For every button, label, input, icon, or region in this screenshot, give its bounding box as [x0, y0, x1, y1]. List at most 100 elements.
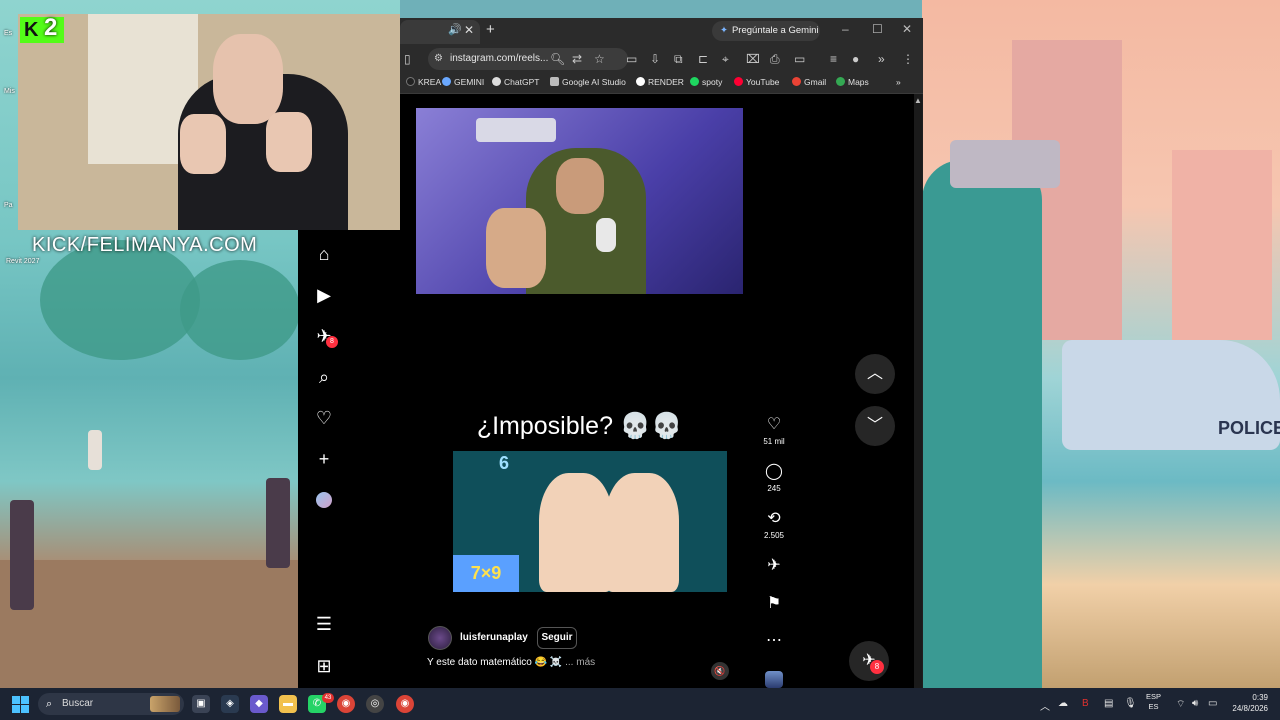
- zoom-icon[interactable]: 🔍︎: [550, 52, 565, 66]
- microphone-icon[interactable]: 🎙︎: [1124, 698, 1137, 709]
- delete-icon[interactable]: ⌧: [746, 52, 760, 66]
- scroll-up-arrow-icon[interactable]: ▲: [914, 96, 922, 105]
- more-options-icon[interactable]: ⋯: [764, 630, 784, 650]
- close-window-icon[interactable]: ✕: [902, 22, 912, 36]
- follow-button[interactable]: Seguir: [537, 627, 577, 649]
- bookmark-gemini[interactable]: GEMINI: [442, 77, 484, 87]
- home-icon[interactable]: ⌂: [314, 244, 334, 265]
- like-heart-icon[interactable]: ♡: [764, 414, 784, 434]
- scrollbar[interactable]: [914, 94, 922, 688]
- close-tab-icon[interactable]: ✕: [464, 23, 474, 37]
- tray-app-icon[interactable]: ▤: [1104, 698, 1113, 709]
- search-highlight-image: [150, 696, 180, 712]
- comment-icon[interactable]: ◯: [764, 461, 784, 481]
- notifications-heart-icon[interactable]: ♡: [314, 408, 334, 429]
- profile-avatar-icon[interactable]: ●: [852, 52, 859, 66]
- wallpaper-foliage: [180, 260, 300, 360]
- cast-icon[interactable]: ▭: [794, 52, 805, 66]
- file-explorer-icon[interactable]: ▬: [279, 695, 297, 713]
- gemini-spark-icon: ✦: [720, 25, 728, 36]
- maximize-icon[interactable]: ☐: [872, 22, 883, 36]
- bookmark-render[interactable]: RENDER: [636, 77, 684, 87]
- install-app-icon[interactable]: ⇄: [572, 52, 582, 66]
- reel-right-hand: [605, 473, 679, 592]
- clock[interactable]: 0:39 24/8/2026: [1226, 692, 1268, 714]
- share-send-icon[interactable]: ✈: [764, 555, 784, 575]
- profile-avatar[interactable]: [316, 492, 332, 508]
- wifi-icon[interactable]: ⌔: [1176, 698, 1185, 711]
- extension-icon[interactable]: ▭: [626, 52, 637, 66]
- battery-icon[interactable]: ▭: [1208, 698, 1217, 709]
- bookmark-label: YouTube: [746, 77, 780, 87]
- tray-app-icon[interactable]: B: [1082, 698, 1089, 709]
- audio-thumbnail[interactable]: [765, 671, 783, 688]
- chrome-profile-icon[interactable]: ◉: [396, 695, 414, 713]
- print-icon[interactable]: ⎙: [770, 52, 780, 67]
- lang-region: ES: [1148, 702, 1159, 711]
- location-icon[interactable]: ⌖: [722, 52, 729, 67]
- bookmark-label: KREA: [418, 77, 442, 87]
- tray-app-icon[interactable]: ☁: [1058, 698, 1068, 709]
- wallpaper-building: [1172, 150, 1272, 340]
- site-info-icon[interactable]: ⚙: [434, 48, 443, 70]
- apps-grid-icon[interactable]: ⊞: [314, 656, 334, 677]
- kick-number: 2: [44, 14, 58, 41]
- bookmark-label: GEMINI: [454, 77, 485, 87]
- copilot-icon[interactable]: ◆: [250, 695, 268, 713]
- tab-bar: 🔊 ✕ + ✦ Pregúntale a Gemini – ☐ ✕: [400, 18, 923, 44]
- obs-icon[interactable]: ◎: [366, 695, 384, 713]
- sidebar-toggle-icon[interactable]: ▯: [404, 52, 411, 66]
- caption-more-link[interactable]: ... más: [565, 657, 595, 668]
- translate-icon[interactable]: ⧉: [674, 52, 683, 67]
- start-button[interactable]: [12, 696, 29, 713]
- desktop-wallpaper-right: [922, 0, 1280, 688]
- mute-toggle-icon[interactable]: 🔇: [711, 662, 729, 680]
- bookmark-spoty[interactable]: spoty: [690, 77, 722, 87]
- bookmark-youtube[interactable]: YouTube: [734, 77, 779, 87]
- previous-reel-button[interactable]: ︿: [855, 354, 895, 394]
- menu-icon[interactable]: ⋮: [902, 52, 914, 66]
- repost-icon[interactable]: ⟲: [764, 508, 784, 528]
- desktop-shortcut-label[interactable]: Pa: [4, 202, 13, 209]
- reading-list-icon[interactable]: ≡: [830, 52, 837, 66]
- menu-hamburger-icon[interactable]: ☰: [314, 614, 334, 635]
- reel-user-avatar[interactable]: [428, 626, 452, 650]
- bookmark-chatgpt[interactable]: ChatGPT: [492, 77, 539, 87]
- ask-gemini-button[interactable]: ✦ Pregúntale a Gemini: [712, 21, 820, 41]
- bookmark-krea[interactable]: KREA: [406, 77, 441, 87]
- volume-icon[interactable]: 🔊︎: [1192, 698, 1198, 709]
- save-bookmark-icon[interactable]: ⚑: [764, 593, 784, 613]
- reel-caption[interactable]: Y este dato matemático 😂 ☠️ ... más: [427, 657, 595, 668]
- next-reel-button[interactable]: ﹀: [855, 406, 895, 446]
- more-extensions-icon[interactable]: »: [878, 52, 885, 66]
- wallpaper-pistol: [950, 140, 1060, 188]
- search-icon[interactable]: ⌕: [314, 367, 334, 388]
- lang-code: ESP: [1146, 692, 1162, 701]
- input-language[interactable]: ESP ES: [1146, 692, 1161, 712]
- bookmark-gmail[interactable]: Gmail: [792, 77, 826, 87]
- show-hidden-icons-icon[interactable]: ︿: [1040, 698, 1050, 713]
- bookmark-maps[interactable]: Maps: [836, 77, 869, 87]
- desktop-shortcut-label[interactable]: Mis: [4, 88, 15, 95]
- app-icon[interactable]: ◈: [221, 695, 239, 713]
- bookmark-label: ChatGPT: [504, 77, 540, 87]
- bookmark-star-icon[interactable]: ☆: [594, 52, 605, 66]
- minimize-icon[interactable]: –: [842, 22, 849, 36]
- taskbar-search[interactable]: ⌕ Buscar: [38, 693, 184, 715]
- task-view-icon[interactable]: ▣: [192, 695, 210, 713]
- more-bookmarks-icon[interactable]: »: [896, 77, 901, 87]
- desktop-shortcut-label[interactable]: Es: [4, 30, 12, 37]
- reel-facecam: [416, 108, 743, 294]
- speaker-icon[interactable]: 🔊: [448, 23, 462, 36]
- bookmark-google-ai-studio[interactable]: Google AI Studio: [550, 77, 626, 87]
- chrome-icon[interactable]: ◉: [337, 695, 355, 713]
- messages-fab-icon[interactable]: ✈: [849, 641, 889, 681]
- reels-icon[interactable]: ▶: [314, 285, 334, 306]
- new-tab-button[interactable]: +: [486, 21, 495, 38]
- extension-icon[interactable]: ⊏: [698, 52, 708, 66]
- create-icon[interactable]: +: [314, 449, 334, 470]
- download-icon[interactable]: ⇩: [650, 52, 660, 66]
- reel-username[interactable]: luisferunaplay: [460, 632, 528, 643]
- clock-time: 0:39: [1252, 693, 1268, 702]
- desktop-shortcut-label[interactable]: Revit 2027: [6, 258, 39, 265]
